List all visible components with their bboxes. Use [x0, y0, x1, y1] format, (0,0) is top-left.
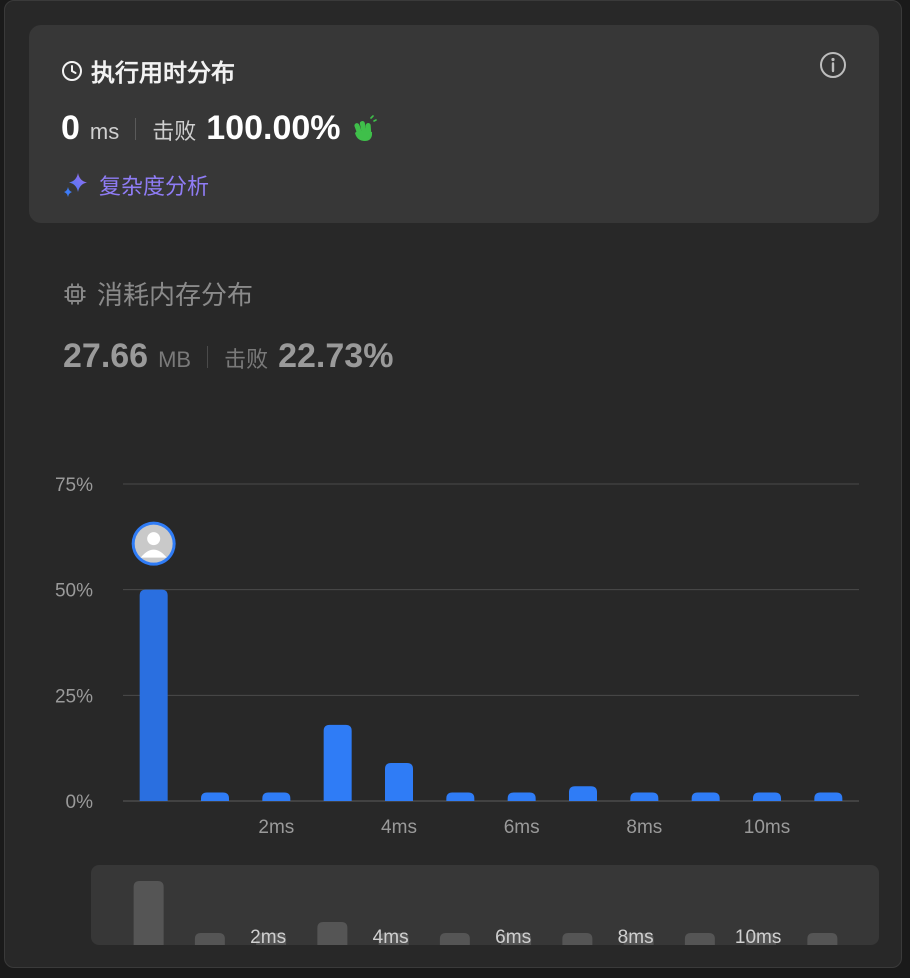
sparkle-icon: [64, 173, 87, 197]
x-tick-label: 10ms: [744, 817, 790, 838]
avatar: [131, 521, 176, 566]
mini-x-tick-label: 10ms: [735, 927, 781, 945]
memory-beats-label: 击败: [224, 347, 269, 372]
bar[interactable]: [753, 792, 781, 801]
mini-bar: [562, 933, 593, 945]
runtime-panel: 执行用时分布 0 ms 击败 100.00% 复杂度分析 消耗内存分布 27.6…: [4, 0, 902, 968]
bar[interactable]: [323, 724, 352, 801]
bar[interactable]: [630, 792, 659, 801]
clock-icon: [62, 60, 82, 81]
bar[interactable]: [507, 792, 536, 801]
mini-bar: [439, 933, 470, 945]
memory-title[interactable]: 消耗内存分布: [63, 275, 253, 312]
metric-divider: [135, 117, 137, 140]
bar[interactable]: [446, 792, 475, 801]
complexity-link-text: 复杂度分析: [99, 174, 210, 199]
x-tick-label: 4ms: [381, 817, 417, 838]
runtime-beats-pct: 100.00%: [206, 109, 341, 147]
runtime-card: 执行用时分布 0 ms 击败 100.00% 复杂度分析: [29, 25, 879, 223]
memory-metric: 27.66 MB 击败 22.73%: [63, 337, 393, 376]
x-tick-label: 6ms: [504, 817, 540, 838]
mini-x-tick-label: 4ms: [373, 927, 409, 945]
bar[interactable]: [262, 792, 291, 801]
runtime-metric: 0 ms 击败 100.00%: [61, 109, 377, 148]
bar[interactable]: [569, 786, 597, 801]
memory-title-text: 消耗内存分布: [97, 280, 254, 310]
bar[interactable]: [691, 792, 720, 801]
mini-x-tick-label: 6ms: [495, 927, 531, 945]
runtime-value: 0: [61, 109, 80, 147]
bar[interactable]: [385, 762, 413, 801]
bar[interactable]: [201, 792, 229, 801]
runtime-beats-label: 击败: [152, 119, 197, 144]
info-icon[interactable]: [819, 51, 847, 79]
runtime-title: 执行用时分布: [61, 53, 235, 88]
memory-beats-pct: 22.73%: [278, 337, 394, 375]
mini-distribution-chart[interactable]: 2ms 4ms 6ms 8ms 10ms: [91, 865, 879, 945]
mini-bar: [133, 881, 164, 945]
runtime-distribution-chart[interactable]: 0% 25% 50% 75% 2ms 4ms 6ms 8ms 10ms: [5, 441, 902, 851]
y-tick-label: 75%: [55, 475, 93, 496]
memory-value: 27.66: [63, 337, 149, 375]
complexity-analysis-link[interactable]: 复杂度分析: [61, 169, 209, 201]
y-tick-label: 25%: [55, 686, 93, 707]
range-selector[interactable]: 2ms 4ms 6ms 8ms 10ms: [91, 865, 879, 945]
mini-x-tick-label: 8ms: [618, 927, 654, 945]
y-tick-label: 0%: [66, 792, 94, 813]
bar[interactable]: [814, 792, 843, 801]
mini-bar: [807, 933, 838, 945]
memory-unit: MB: [158, 347, 192, 372]
chip-icon: [64, 283, 86, 304]
bar[interactable]: [139, 589, 168, 801]
runtime-unit: ms: [89, 119, 120, 144]
metric-divider: [207, 345, 209, 368]
y-tick-label: 50%: [55, 581, 93, 602]
clap-icon: [353, 114, 377, 141]
mini-bar: [194, 933, 225, 945]
x-tick-label: 8ms: [626, 817, 662, 838]
runtime-title-text: 执行用时分布: [91, 60, 235, 87]
mini-bar: [317, 921, 348, 945]
mini-bar: [684, 933, 715, 945]
x-tick-label: 2ms: [258, 817, 294, 838]
mini-x-tick-label: 2ms: [250, 927, 286, 945]
